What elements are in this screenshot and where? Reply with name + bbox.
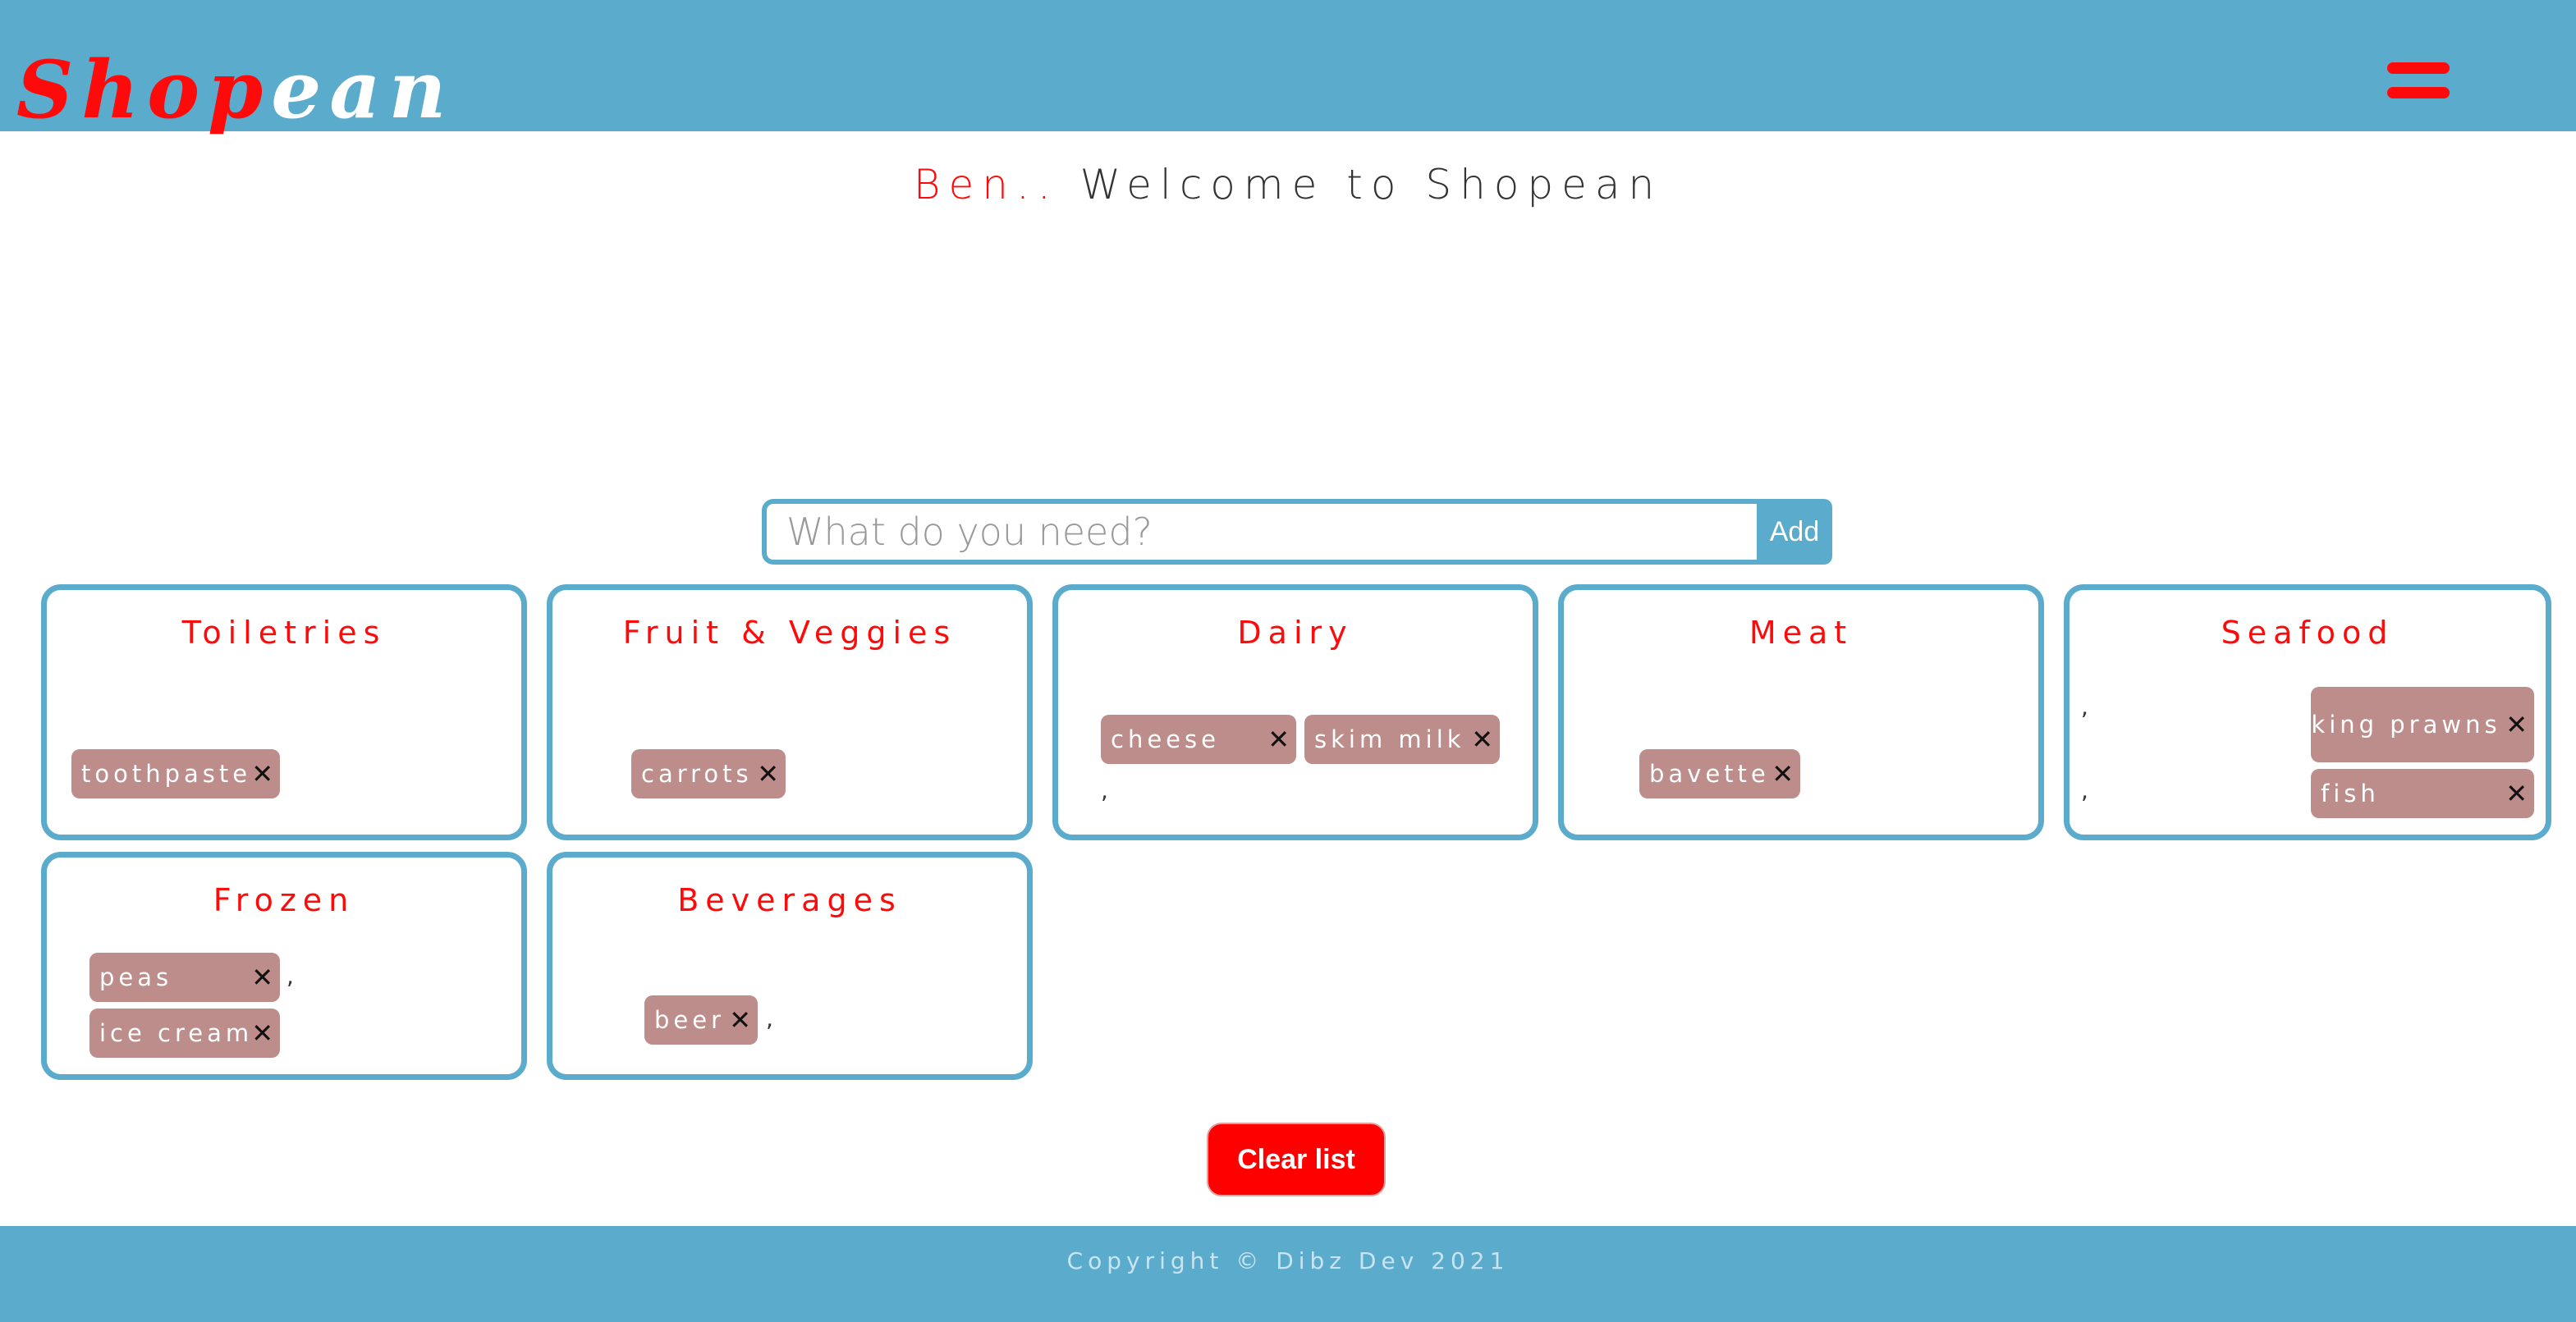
list-item: fish ✕ [2311,769,2534,818]
category-title: Seafood [2221,615,2395,651]
category-title: Meat [1749,615,1854,651]
category-card-seafood: Seafood , king prawns ✕ , fish ✕ [2064,584,2551,840]
separator: , [1101,777,1108,804]
list-item: beer ✕ [644,995,758,1045]
separator: , [286,963,294,990]
item-label: skim milk [1314,725,1465,753]
remove-item-icon[interactable]: ✕ [729,1004,751,1036]
search-input[interactable] [762,499,1760,565]
item-label: king prawns [2311,711,2501,739]
copyright-text: Copyright © Dibz Dev 2021 [1066,1247,1510,1274]
category-card-toiletries: Toiletries toothpaste ✕ [41,584,527,840]
category-card-meat: Meat bavette ✕ [1558,584,2044,840]
remove-item-icon[interactable]: ✕ [251,1018,273,1049]
hamburger-bar-top [2387,62,2450,74]
category-card-frozen: Frozen peas ✕ , ice cream ✕ [41,852,527,1080]
item-label: bavette [1649,760,1770,788]
category-card-beverages: Beverages beer ✕ , [547,852,1033,1080]
category-card-dairy: Dairy cheese ✕ skim milk ✕ , [1052,584,1538,840]
separator: , [766,1005,773,1032]
remove-item-icon[interactable]: ✕ [2505,778,2528,809]
hamburger-icon[interactable] [2387,62,2450,100]
list-item: ice cream ✕ [89,1009,280,1058]
item-label: cheese [1111,725,1220,753]
list-item: carrots ✕ [631,749,786,798]
remove-item-icon[interactable]: ✕ [1471,724,1493,755]
welcome-heading: Ben.. Welcome to Shopean [0,161,2576,208]
item-label: beer [654,1006,726,1034]
remove-item-icon[interactable]: ✕ [251,758,273,789]
clear-list-button[interactable]: Clear list [1207,1123,1386,1196]
item-label: ice cream [99,1019,254,1047]
header-bar: Shopean [0,0,2576,131]
item-label: toothpaste [81,760,252,788]
welcome-message: Welcome to Shopean [1058,161,1663,208]
category-title: Fruit & Veggies [622,615,957,651]
remove-item-icon[interactable]: ✕ [757,758,779,789]
item-label: carrots [641,760,753,788]
list-item: bavette ✕ [1639,749,1800,798]
category-title: Beverages [677,882,902,918]
remove-item-icon[interactable]: ✕ [1267,724,1290,755]
list-item: king prawns ✕ [2311,687,2534,762]
logo-part-ean: ean [271,43,455,136]
category-title: Toiletries [181,615,387,651]
category-title: Frozen [213,882,355,918]
item-label: fish [2321,780,2380,807]
separator: , [2081,693,2088,720]
separator: , [2081,777,2088,804]
search-bar: Add [762,499,1832,565]
hamburger-bar-bottom [2387,87,2450,98]
remove-item-icon[interactable]: ✕ [1772,758,1794,789]
remove-item-icon[interactable]: ✕ [251,962,273,993]
list-item: cheese ✕ [1101,715,1296,764]
list-item: peas ✕ [89,953,280,1002]
user-name: Ben.. [913,161,1059,208]
list-item: skim milk ✕ [1304,715,1500,764]
logo-part-shop: Shop [16,43,272,136]
item-label: peas [99,963,173,991]
add-button[interactable]: Add [1757,499,1832,565]
category-title: Dairy [1237,615,1354,651]
logo[interactable]: Shopean [16,51,454,130]
footer-bar: Copyright © Dibz Dev 2021 [0,1226,2576,1322]
remove-item-icon[interactable]: ✕ [2505,711,2528,738]
list-item: toothpaste ✕ [71,749,280,798]
category-card-fruit-veggies: Fruit & Veggies carrots ✕ [547,584,1033,840]
